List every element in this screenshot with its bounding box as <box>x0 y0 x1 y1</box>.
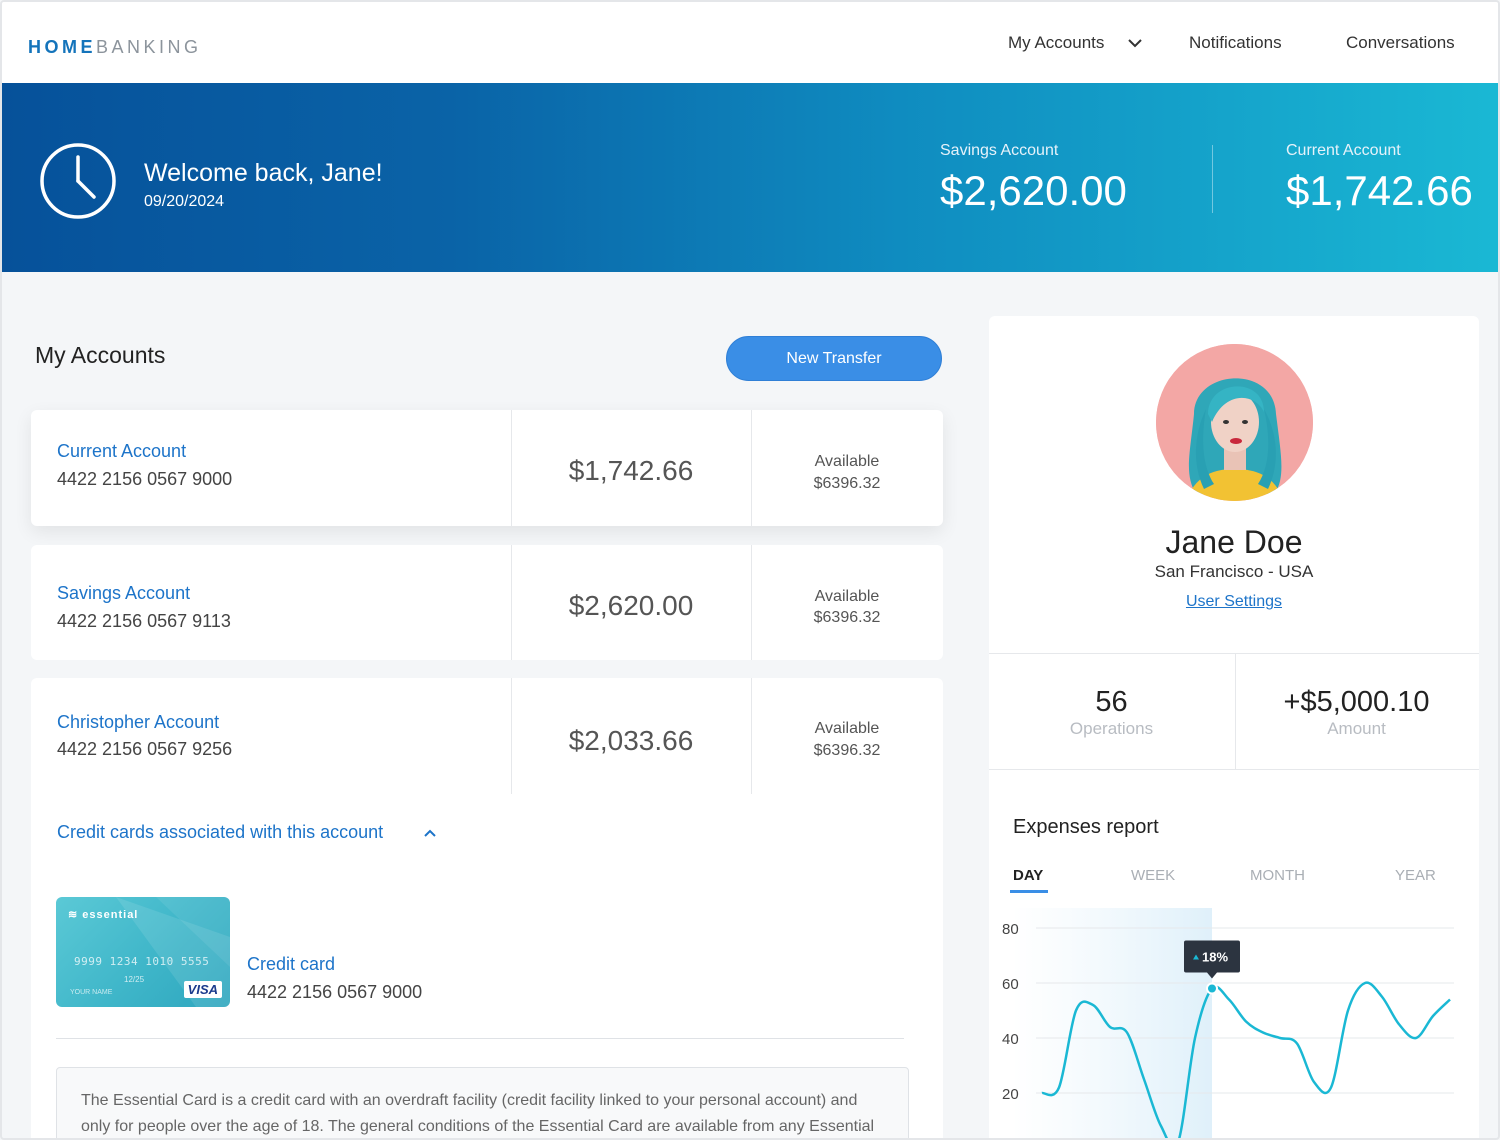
tab-week[interactable]: WEEK <box>1131 867 1175 884</box>
account-name[interactable]: Savings Account <box>57 583 190 604</box>
logo-home-text: HOME <box>28 37 96 57</box>
welcome-banner: Welcome back, Jane! 09/20/2024 Savings A… <box>2 83 1498 272</box>
tab-month[interactable]: MONTH <box>1250 867 1305 884</box>
y-tick-label: 60 <box>1002 976 1019 993</box>
account-number: 4422 2156 0567 9113 <box>57 611 231 631</box>
chart-highlight-band <box>1012 908 1212 1138</box>
tab-year[interactable]: YEAR <box>1395 867 1436 884</box>
welcome-message: Welcome back, Jane! <box>144 159 383 187</box>
user-settings-link[interactable]: User Settings <box>989 593 1479 611</box>
tab-day[interactable]: DAY <box>1013 867 1043 884</box>
hero-savings-balance: $2,620.00 <box>940 167 1127 214</box>
expenses-chart[interactable]: 20 40 60 80 18% <box>1002 908 1462 1140</box>
nav-notifications[interactable]: Notifications <box>1189 33 1282 53</box>
expenses-title: Expenses report <box>1013 816 1159 838</box>
section-title-my-accounts: My Accounts <box>35 342 166 368</box>
card-info-text: The Essential Card is a credit card with… <box>56 1067 909 1138</box>
logo[interactable]: HOMEBANKING <box>28 37 202 58</box>
credit-card-image[interactable]: ≋ essential 9999 1234 1010 5555 12/25 YO… <box>56 897 230 1007</box>
account-name[interactable]: Christopher Account <box>57 712 219 733</box>
y-tick-label: 80 <box>1002 921 1019 938</box>
divider <box>56 1038 904 1039</box>
nav-my-accounts[interactable]: My Accounts <box>1008 33 1104 53</box>
hero-current-label: Current Account <box>1286 142 1401 159</box>
card-holder: YOUR NAME <box>70 989 113 996</box>
visa-logo: VISA <box>183 981 222 998</box>
divider <box>989 653 1479 654</box>
new-transfer-button[interactable]: New Transfer <box>726 336 942 381</box>
credit-card-title[interactable]: Credit card <box>247 954 335 975</box>
account-balance: $2,033.66 <box>568 725 694 756</box>
hero-divider <box>1212 145 1213 213</box>
credit-card-number: 4422 2156 0567 9000 <box>247 982 423 1002</box>
operations-count: 56 <box>1095 686 1128 718</box>
clock-icon <box>40 143 116 219</box>
current-date: 09/20/2024 <box>144 193 225 210</box>
hero-savings-label: Savings Account <box>940 142 1059 159</box>
profile-panel: Jane Doe San Francisco - USA User Settin… <box>989 316 1479 1140</box>
nav-conversations[interactable]: Conversations <box>1346 33 1455 53</box>
chevron-down-icon[interactable] <box>1126 36 1144 50</box>
available-label: Available <box>814 453 880 470</box>
account-balance: $2,620.00 <box>568 590 694 621</box>
divider <box>989 769 1479 770</box>
chart-tooltip-value: 18% <box>1202 950 1228 965</box>
active-tab-indicator <box>1010 890 1048 893</box>
chart-selected-point <box>1206 982 1218 995</box>
profile-name: Jane Doe <box>1165 524 1303 560</box>
avatar-illustration <box>1156 344 1313 501</box>
account-card-savings[interactable]: Savings Account 4422 2156 0567 9113 $2,6… <box>31 545 943 660</box>
available-value: $6396.32 <box>813 609 881 626</box>
available-value: $6396.32 <box>813 742 881 759</box>
operations-label: Operations <box>1069 719 1154 738</box>
chevron-up-icon[interactable] <box>422 826 438 840</box>
account-card-current[interactable]: Current Account 4422 2156 0567 9000 $1,7… <box>31 410 943 526</box>
available-label: Available <box>814 720 880 737</box>
available-value: $6396.32 <box>813 475 881 492</box>
logo-banking-text: BANKING <box>96 37 202 57</box>
top-navbar: HOMEBANKING My Accounts Notifications Co… <box>2 2 1498 83</box>
hero-current-balance: $1,742.66 <box>1286 167 1473 214</box>
y-tick-label: 40 <box>1002 1031 1019 1048</box>
y-tick-label: 20 <box>1002 1086 1019 1103</box>
credit-cards-toggle[interactable]: Credit cards associated with this accoun… <box>57 822 383 843</box>
available-label: Available <box>814 588 880 605</box>
account-balance: $1,742.66 <box>568 455 694 486</box>
avatar[interactable] <box>1156 344 1313 501</box>
card-brand-text: essential <box>82 909 139 921</box>
card-brand: ≋ essential <box>68 908 138 921</box>
amount-label: Amount <box>1327 719 1386 738</box>
account-name[interactable]: Current Account <box>57 441 186 462</box>
app-window: HOMEBANKING My Accounts Notifications Co… <box>0 0 1500 1140</box>
profile-location: San Francisco - USA <box>1154 562 1314 581</box>
account-number: 4422 2156 0567 9000 <box>57 469 233 489</box>
card-expiry: 12/25 <box>124 975 145 984</box>
card-brand-icon: ≋ <box>68 909 79 921</box>
card-print-number: 9999 1234 1010 5555 <box>74 955 210 968</box>
amount-value: +$5,000.10 <box>1283 686 1430 718</box>
account-number: 4422 2156 0567 9256 <box>57 739 233 759</box>
